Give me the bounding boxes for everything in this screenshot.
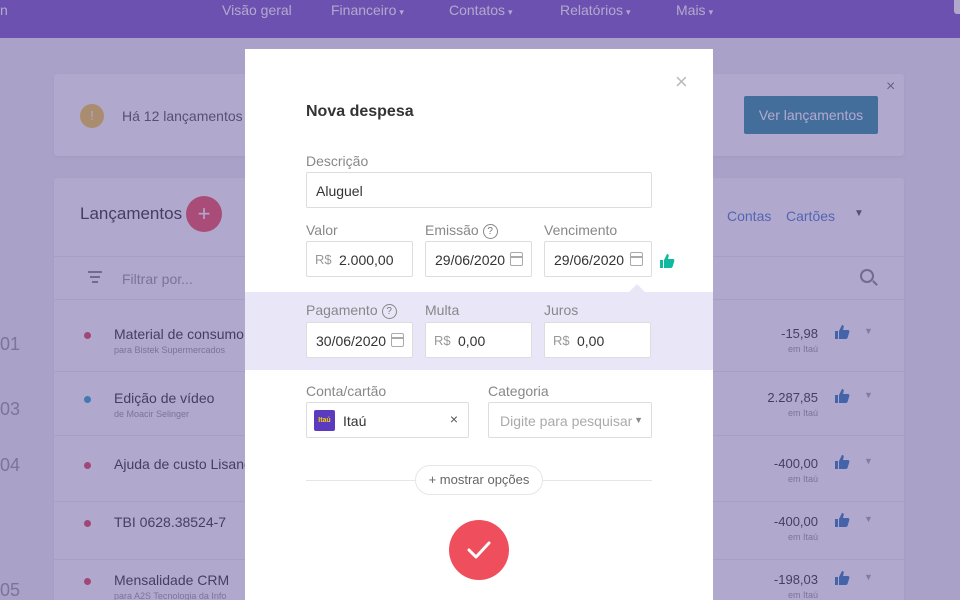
mostrar-opcoes-button[interactable]: + mostrar opções (415, 465, 543, 495)
juros-label: Juros (544, 302, 579, 318)
multa-value: 0,00 (458, 333, 486, 349)
help-icon[interactable]: ? (381, 304, 397, 319)
conta-value: Itaú (343, 413, 367, 429)
descricao-value: Aluguel (316, 183, 363, 199)
pagamento-value: 30/06/2020 (316, 333, 387, 349)
descricao-field[interactable]: Aluguel (306, 172, 652, 208)
currency-prefix: R$ (434, 333, 451, 348)
valor-value: 2.000,00 (339, 252, 394, 268)
currency-prefix: R$ (315, 252, 332, 267)
payment-section: Pagamento? Multa Juros 30/06/2020 R$ 0,0… (245, 292, 713, 370)
vencimento-value: 29/06/2020 (554, 252, 625, 268)
multa-label: Multa (425, 302, 460, 318)
clear-icon[interactable]: × (450, 411, 458, 427)
valor-field[interactable]: R$ 2.000,00 (306, 241, 413, 277)
thumbs-up-icon[interactable] (659, 253, 675, 269)
emissao-value: 29/06/2020 (435, 252, 506, 268)
categoria-placeholder: Digite para pesquisar (500, 413, 633, 429)
emissao-date-field[interactable]: 29/06/2020 (425, 241, 532, 277)
itau-logo-icon: Itaú (314, 410, 335, 431)
band-pointer (629, 284, 645, 292)
emissao-label: Emissão? (425, 222, 498, 239)
descricao-label: Descrição (306, 153, 369, 169)
calendar-icon[interactable] (630, 252, 643, 266)
vencimento-date-field[interactable]: 29/06/2020 (544, 241, 652, 277)
close-icon[interactable]: × (675, 71, 688, 93)
currency-prefix: R$ (553, 333, 570, 348)
calendar-icon[interactable] (391, 333, 404, 347)
checkmark-icon (467, 541, 491, 559)
juros-value: 0,00 (577, 333, 605, 349)
categoria-select[interactable]: Digite para pesquisar ▼ (488, 402, 652, 438)
modal-title: Nova despesa (306, 103, 414, 120)
categoria-label: Categoria (488, 383, 549, 399)
pagamento-date-field[interactable]: 30/06/2020 (306, 322, 413, 358)
multa-field[interactable]: R$ 0,00 (425, 322, 532, 358)
calendar-icon[interactable] (510, 252, 523, 266)
conta-select[interactable]: Itaú Itaú × (306, 402, 469, 438)
juros-field[interactable]: R$ 0,00 (544, 322, 651, 358)
help-icon[interactable]: ? (482, 224, 498, 239)
conta-label: Conta/cartão (306, 383, 387, 399)
nova-despesa-modal: × Nova despesa Descrição Aluguel Valor E… (245, 49, 713, 600)
valor-label: Valor (306, 222, 338, 238)
pagamento-label: Pagamento? (306, 302, 397, 319)
confirm-button[interactable] (449, 520, 509, 580)
vencimento-label: Vencimento (544, 222, 618, 238)
chevron-down-icon: ▼ (634, 415, 643, 425)
